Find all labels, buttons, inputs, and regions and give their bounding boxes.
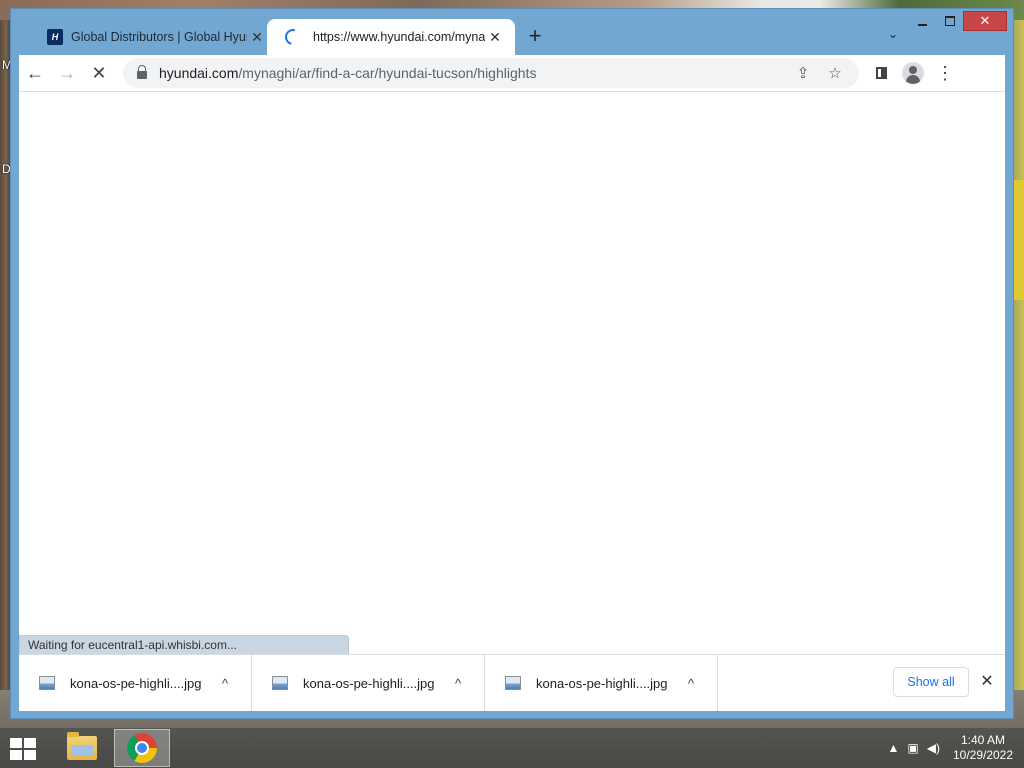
folder-icon bbox=[67, 732, 97, 760]
tab-global-distributors[interactable]: H Global Distributors | Global Hyundai ✕ bbox=[29, 19, 277, 55]
image-file-icon bbox=[39, 676, 55, 690]
tab-search-chevron-icon[interactable]: ⌄ bbox=[883, 27, 903, 47]
clock-time: 1:40 AM bbox=[960, 733, 1006, 747]
stop-loading-button[interactable]: ✕ bbox=[83, 57, 115, 89]
taskbar-file-explorer[interactable] bbox=[54, 729, 110, 767]
new-tab-button[interactable]: + bbox=[523, 25, 547, 49]
windows-logo-icon bbox=[24, 738, 36, 748]
bookmark-star-icon[interactable]: ☆ bbox=[819, 64, 851, 82]
windows-logo-icon bbox=[24, 750, 36, 760]
browser-window: ✕ H Global Distributors | Global Hyundai… bbox=[10, 8, 1014, 719]
volume-icon[interactable]: ◀) bbox=[927, 741, 940, 755]
taskbar-chrome[interactable] bbox=[114, 729, 170, 767]
windows-logo-icon bbox=[10, 738, 22, 748]
chrome-icon bbox=[127, 733, 157, 763]
download-shelf: kona-os-pe-highli....jpg ^ kona-os-pe-hi… bbox=[19, 654, 1005, 711]
side-panel-icon bbox=[875, 67, 887, 79]
share-icon[interactable]: ⇪ bbox=[787, 64, 819, 82]
windows-start-button[interactable] bbox=[10, 738, 38, 760]
chevron-up-icon[interactable]: ^ bbox=[679, 676, 703, 691]
address-bar[interactable]: hyundai.com/mynaghi/ar/find-a-car/hyunda… bbox=[123, 58, 859, 88]
tab-title: https://www.hyundai.com/mynaghi/ar/find-… bbox=[313, 30, 485, 44]
address-bar-actions: ⇪ ☆ bbox=[787, 58, 851, 88]
tab-hyundai-tucson-loading[interactable]: https://www.hyundai.com/mynaghi/ar/find-… bbox=[267, 19, 515, 55]
page-content-area[interactable]: Waiting for eucentral1-api.whisbi.com... bbox=[19, 91, 1005, 655]
download-filename: kona-os-pe-highli....jpg bbox=[536, 675, 668, 691]
loading-spinner-icon bbox=[282, 26, 304, 48]
desktop-wallpaper-detail bbox=[1014, 180, 1024, 300]
chevron-up-icon[interactable]: ^ bbox=[446, 676, 470, 691]
clock-date: 10/29/2022 bbox=[952, 748, 1014, 762]
chevron-up-icon[interactable]: ^ bbox=[213, 676, 237, 691]
tab-close-icon[interactable]: ✕ bbox=[485, 27, 505, 47]
download-filename: kona-os-pe-highli....jpg bbox=[70, 675, 202, 691]
profile-button[interactable] bbox=[897, 57, 929, 89]
windows-logo-icon bbox=[10, 750, 22, 760]
url-text[interactable]: hyundai.com/mynaghi/ar/find-a-car/hyunda… bbox=[159, 65, 536, 81]
browser-toolbar: ← → ✕ hyundai.com/mynaghi/ar/find-a-car/… bbox=[19, 55, 1005, 91]
tab-strip: H Global Distributors | Global Hyundai ✕… bbox=[19, 19, 999, 55]
download-filename: kona-os-pe-highli....jpg bbox=[303, 675, 435, 691]
url-path: /mynaghi/ar/find-a-car/hyundai-tucson/hi… bbox=[238, 65, 537, 81]
browser-menu-icon[interactable]: ⋮ bbox=[929, 57, 961, 89]
image-file-icon bbox=[272, 676, 288, 690]
download-item[interactable]: kona-os-pe-highli....jpg ^ bbox=[485, 655, 718, 711]
taskbar-clock[interactable]: 1:40 AM 10/29/2022 bbox=[948, 733, 1018, 763]
taskbar: ▲ ▣ ◀) 1:40 AM 10/29/2022 bbox=[0, 728, 1024, 768]
image-file-icon bbox=[505, 676, 521, 690]
system-tray: ▲ ▣ ◀) 1:40 AM 10/29/2022 bbox=[888, 728, 1024, 768]
tab-close-icon[interactable]: ✕ bbox=[247, 27, 267, 47]
lock-icon[interactable] bbox=[137, 65, 147, 79]
status-bubble: Waiting for eucentral1-api.whisbi.com... bbox=[19, 635, 349, 655]
side-panel-button[interactable] bbox=[865, 57, 897, 89]
close-download-shelf-icon[interactable]: ✕ bbox=[977, 671, 997, 691]
hyundai-favicon-icon: H bbox=[47, 29, 63, 45]
tray-overflow-icon[interactable]: ▲ bbox=[888, 741, 900, 755]
tab-title: Global Distributors | Global Hyundai bbox=[71, 30, 247, 44]
forward-button[interactable]: → bbox=[51, 57, 83, 89]
download-item[interactable]: kona-os-pe-highli....jpg ^ bbox=[19, 655, 252, 711]
toolbar-right: ⋮ bbox=[865, 57, 961, 89]
profile-avatar-icon bbox=[902, 62, 924, 84]
network-icon[interactable]: ▣ bbox=[907, 741, 918, 755]
url-host: hyundai.com bbox=[159, 65, 239, 81]
show-all-downloads-button[interactable]: Show all bbox=[893, 667, 969, 697]
download-item[interactable]: kona-os-pe-highli....jpg ^ bbox=[252, 655, 485, 711]
back-button[interactable]: ← bbox=[19, 57, 51, 89]
